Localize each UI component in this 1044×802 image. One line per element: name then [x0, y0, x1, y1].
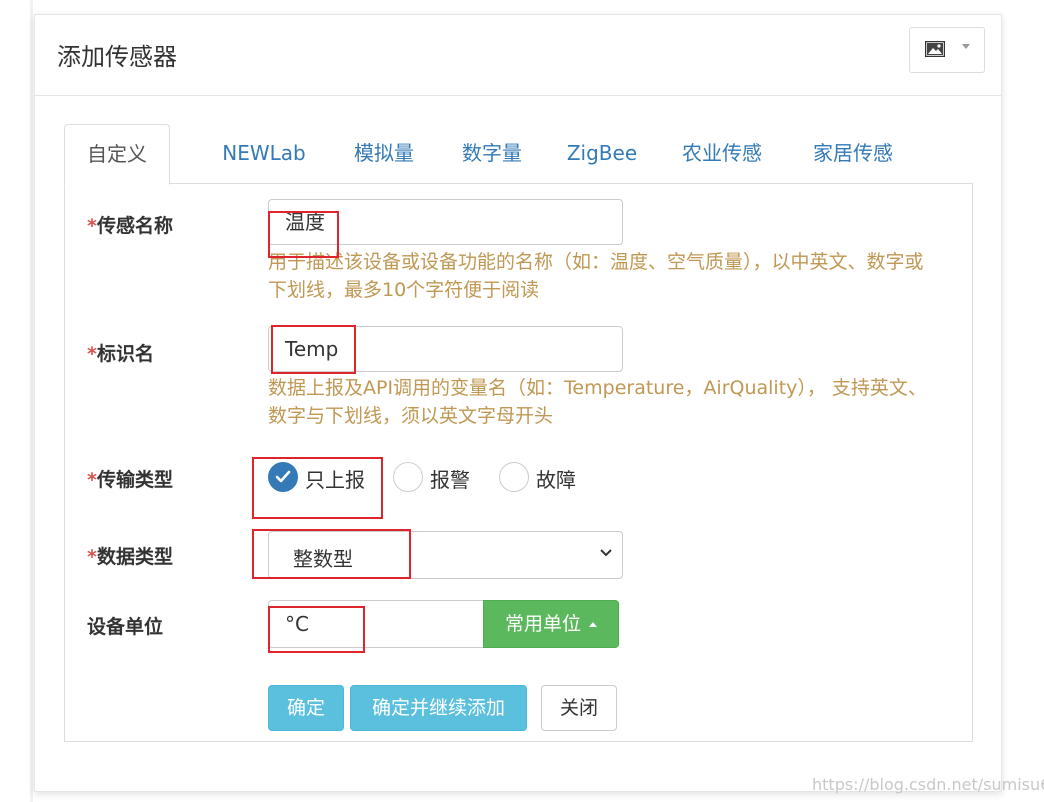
sensor-name-help: 用于描述该设备或设备功能的名称（如：温度、空气质量），以中英文、数字或 下划线，…	[268, 251, 924, 301]
caret-down-icon	[962, 44, 970, 49]
radio-report-only[interactable]	[268, 462, 298, 492]
unit-label: 设备单位	[87, 616, 164, 638]
radio-alarm-label[interactable]: 报警	[430, 464, 470, 493]
data-type-select[interactable]: 整数型	[268, 531, 623, 579]
tab-zigbee[interactable]: ZigBee	[550, 124, 654, 183]
tab-newlab[interactable]: NEWLab	[212, 124, 316, 183]
data-type-label: *数据类型	[87, 546, 173, 568]
chevron-down-icon	[600, 549, 612, 557]
data-type-selected: 整数型	[293, 547, 353, 571]
confirm-button[interactable]: 确定	[268, 685, 344, 731]
image-menu-button[interactable]	[909, 27, 985, 73]
sensor-name-input[interactable]: 温度	[268, 199, 623, 245]
identifier-label: *标识名	[87, 343, 154, 365]
tab-home-sensor[interactable]: 家居传感	[796, 124, 910, 183]
confirm-and-continue-button[interactable]: 确定并继续添加	[350, 685, 527, 731]
tab-digital[interactable]: 数字量	[440, 124, 544, 183]
identifier-help: 数据上报及API调用的变量名（如：Temperature，AirQuality）…	[268, 377, 927, 427]
image-icon	[925, 41, 945, 57]
dialog-header: 添加传感器	[35, 15, 1001, 96]
required-mark: *	[87, 215, 97, 237]
radio-fault[interactable]	[499, 462, 529, 492]
transfer-type-label: *传输类型	[87, 469, 173, 491]
close-button[interactable]: 关闭	[541, 685, 617, 731]
tab-custom[interactable]: 自定义	[64, 124, 170, 185]
custom-sensor-form: *传感名称 温度 用于描述该设备或设备功能的名称（如：温度、空气质量），以中英文…	[64, 183, 973, 742]
check-icon	[275, 470, 291, 483]
radio-report-only-label[interactable]: 只上报	[305, 464, 365, 493]
radio-fault-label[interactable]: 故障	[536, 464, 576, 493]
tab-analog[interactable]: 模拟量	[332, 124, 436, 183]
identifier-input[interactable]: Temp	[268, 326, 623, 372]
radio-alarm[interactable]	[393, 462, 423, 492]
common-units-button[interactable]: 常用单位	[483, 600, 619, 648]
required-mark: *	[87, 469, 97, 491]
required-mark: *	[87, 343, 97, 365]
tab-agriculture-sensor[interactable]: 农业传感	[670, 124, 774, 183]
caret-up-icon	[589, 622, 597, 627]
sensor-type-tabs: 自定义 NEWLab 模拟量 数字量 ZigBee 农业传感 家居传感	[64, 124, 972, 185]
background-page-edge	[30, 0, 33, 802]
add-sensor-dialog: 添加传感器 自定义 NEWLab 模拟量 数字量 ZigBee 农业传感 家居传…	[34, 14, 1002, 792]
required-mark: *	[87, 546, 97, 568]
sensor-name-label: *传感名称	[87, 215, 173, 237]
unit-input[interactable]: °C	[268, 600, 483, 648]
dialog-title: 添加传感器	[57, 43, 177, 71]
watermark: https://blog.csdn.net/sumisu666	[812, 775, 1044, 794]
